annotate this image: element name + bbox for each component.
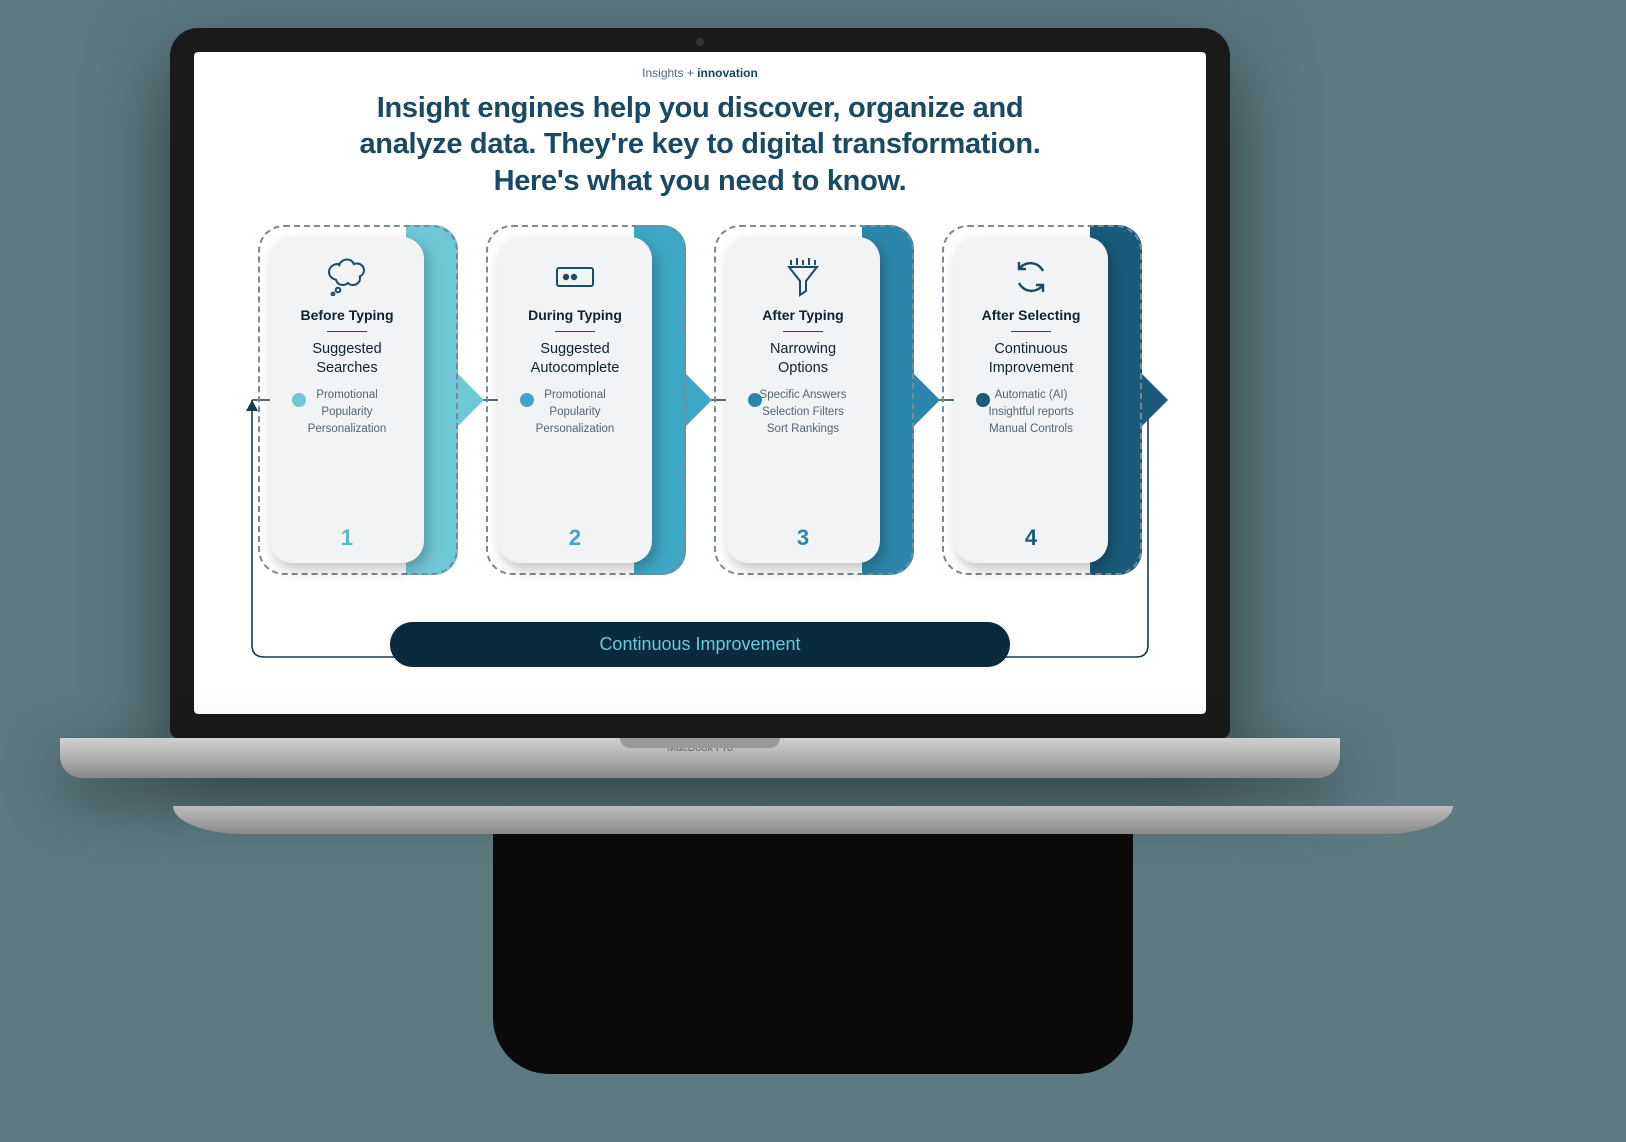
laptop-mockup: Insights + innovation Insight engines he… <box>170 28 1230 778</box>
stage-details: PromotionalPopularityPersonalization <box>536 387 615 437</box>
stage-details: PromotionalPopularityPersonalization <box>308 387 387 437</box>
stage-number: 1 <box>341 525 353 551</box>
stage-phase: Before Typing <box>300 307 393 323</box>
connector-dot-2 <box>520 393 534 407</box>
funnel-icon <box>783 255 823 299</box>
loop-label-pill: Continuous Improvement <box>390 622 1010 667</box>
divider <box>327 331 367 332</box>
laptop-stand-reflection <box>173 806 1453 1106</box>
stage-phase: During Typing <box>528 307 622 323</box>
thought-cloud-icon <box>326 255 368 299</box>
connector-dot-4 <box>976 393 990 407</box>
stage-details: Automatic (AI)Insightful reportsManual C… <box>988 387 1073 437</box>
stage-row: Before Typing SuggestedSearches Promotio… <box>224 225 1176 575</box>
stage-4: After Selecting ContinuousImprovement Au… <box>942 225 1142 575</box>
stage-number: 4 <box>1025 525 1037 551</box>
stage-phase: After Selecting <box>982 307 1081 323</box>
stage-2: During Typing SuggestedAutocomplete Prom… <box>486 225 686 575</box>
stage-details: Specific AnswersSelection FiltersSort Ra… <box>760 387 847 437</box>
hero-headline: Insight engines help you discover, organ… <box>350 90 1050 199</box>
stage-headline: NarrowingOptions <box>770 340 836 378</box>
screen: Insights + innovation Insight engines he… <box>194 52 1206 714</box>
stage-3: After Typing NarrowingOptions Specific A… <box>714 225 914 575</box>
stage-phase: After Typing <box>762 307 843 323</box>
chevron-right-icon <box>458 374 484 426</box>
stage-number: 2 <box>569 525 581 551</box>
divider <box>1011 331 1051 332</box>
laptop-lid: Insights + innovation Insight engines he… <box>170 28 1230 738</box>
chevron-right-icon <box>914 374 940 426</box>
divider <box>555 331 595 332</box>
stage-headline: ContinuousImprovement <box>989 340 1074 378</box>
connector-dot-3 <box>748 393 762 407</box>
chevron-right-icon <box>1142 374 1168 426</box>
eyebrow-prefix: Insights + <box>642 66 697 80</box>
connector-dot-1 <box>292 393 306 407</box>
eyebrow: Insights + innovation <box>224 66 1176 80</box>
trackpad-notch <box>620 738 780 748</box>
stage-headline: SuggestedAutocomplete <box>531 340 620 378</box>
camera-dot <box>696 38 704 46</box>
stand-lip <box>173 806 1453 834</box>
stage-1: Before Typing SuggestedSearches Promotio… <box>258 225 458 575</box>
input-field-icon <box>554 255 596 299</box>
stage-number: 3 <box>797 525 809 551</box>
laptop-base: MacBook Pro <box>60 738 1340 778</box>
chevron-right-icon <box>686 374 712 426</box>
process-flow: Before Typing SuggestedSearches Promotio… <box>224 225 1176 685</box>
stage-headline: SuggestedSearches <box>312 340 381 378</box>
cycle-arrows-icon <box>1011 255 1051 299</box>
divider <box>783 331 823 332</box>
stand-body <box>493 834 1133 1074</box>
eyebrow-highlight: innovation <box>697 66 758 80</box>
